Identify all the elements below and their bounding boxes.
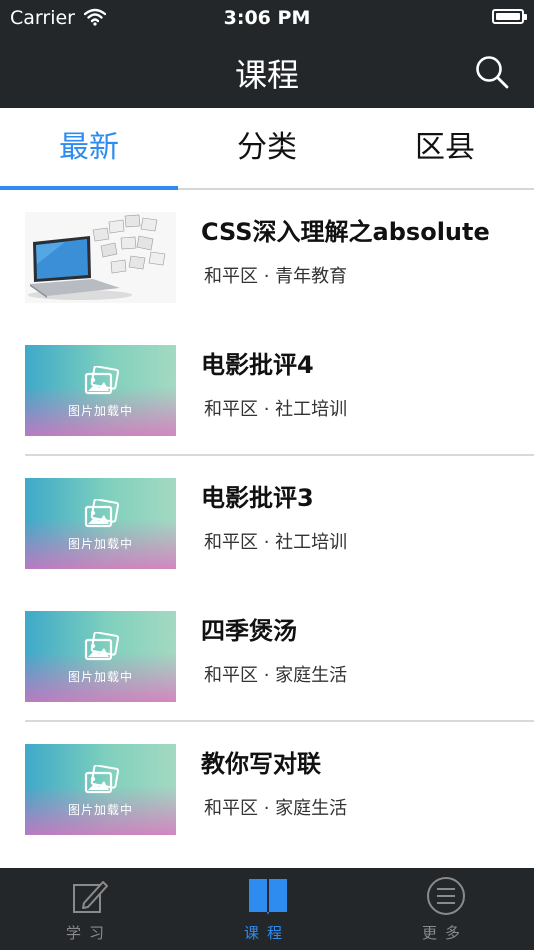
course-meta: 和平区 · 社工培训 bbox=[204, 399, 348, 420]
list-item[interactable]: 图片加载中 电影批评3 和平区 · 社工培训 bbox=[0, 456, 534, 589]
loading-label: 图片加载中 bbox=[67, 537, 133, 551]
tabbar-item-study[interactable]: 学习 bbox=[0, 868, 178, 950]
loading-label: 图片加载中 bbox=[67, 803, 133, 817]
loading-label: 图片加载中 bbox=[67, 404, 133, 418]
status-time: 3:06 PM bbox=[223, 7, 311, 29]
battery-icon bbox=[492, 9, 527, 24]
nav-bar: 课程 bbox=[0, 36, 534, 108]
course-title: 四季煲汤 bbox=[201, 617, 297, 645]
search-icon[interactable] bbox=[472, 52, 512, 92]
tabbar-label: 更多 bbox=[421, 924, 468, 942]
bottom-tab-bar: 学习 课程 更多 bbox=[0, 868, 534, 950]
tab-category[interactable]: 分类 bbox=[178, 108, 356, 188]
course-meta: 和平区 · 青年教育 bbox=[204, 266, 348, 287]
loading-label: 图片加载中 bbox=[67, 670, 133, 684]
menu-circle-icon bbox=[427, 877, 465, 915]
tabbar-item-more[interactable]: 更多 bbox=[356, 868, 534, 950]
tab-bar-top: 最新 分类 区县 bbox=[0, 108, 534, 190]
list-item[interactable]: 图片加载中 电影批评4 和平区 · 社工培训 bbox=[0, 323, 534, 456]
course-title: CSS深入理解之absolute bbox=[201, 218, 490, 246]
course-thumbnail: 图片加载中 bbox=[25, 744, 176, 835]
image-placeholder-icon bbox=[84, 499, 120, 528]
edit-icon bbox=[73, 881, 108, 913]
course-meta: 和平区 · 家庭生活 bbox=[204, 798, 348, 819]
course-title: 教你写对联 bbox=[201, 750, 321, 778]
image-placeholder-icon bbox=[84, 765, 120, 794]
course-list[interactable]: CSS深入理解之absolute 和平区 · 青年教育 图片加载中 电影批评4 … bbox=[0, 190, 534, 866]
image-placeholder-icon bbox=[84, 632, 120, 661]
course-title: 电影批评3 bbox=[201, 484, 314, 512]
course-meta: 和平区 · 社工培训 bbox=[204, 532, 348, 553]
course-thumbnail: 图片加载中 bbox=[25, 478, 176, 569]
course-thumbnail bbox=[25, 212, 176, 303]
tab-district[interactable]: 区县 bbox=[356, 108, 534, 188]
course-meta: 和平区 · 家庭生活 bbox=[204, 665, 348, 686]
laptop-photo-icon bbox=[25, 212, 176, 303]
book-icon bbox=[249, 879, 287, 915]
tab-latest[interactable]: 最新 bbox=[0, 108, 178, 188]
tabbar-label: 课程 bbox=[243, 924, 290, 942]
tabbar-label: 学习 bbox=[65, 924, 112, 942]
list-item[interactable]: 图片加载中 教你写对联 和平区 · 家庭生活 bbox=[0, 722, 534, 855]
list-item[interactable]: CSS深入理解之absolute 和平区 · 青年教育 bbox=[0, 190, 534, 323]
status-bar: Carrier 3:06 PM bbox=[0, 0, 534, 36]
image-placeholder-icon bbox=[84, 366, 120, 395]
list-item[interactable]: 图片加载中 四季煲汤 和平区 · 家庭生活 bbox=[0, 589, 534, 722]
course-thumbnail: 图片加载中 bbox=[25, 611, 176, 702]
page-title: 课程 bbox=[234, 56, 299, 94]
tabbar-item-courses[interactable]: 课程 bbox=[178, 868, 356, 950]
course-thumbnail: 图片加载中 bbox=[25, 345, 176, 436]
course-title: 电影批评4 bbox=[201, 351, 314, 379]
